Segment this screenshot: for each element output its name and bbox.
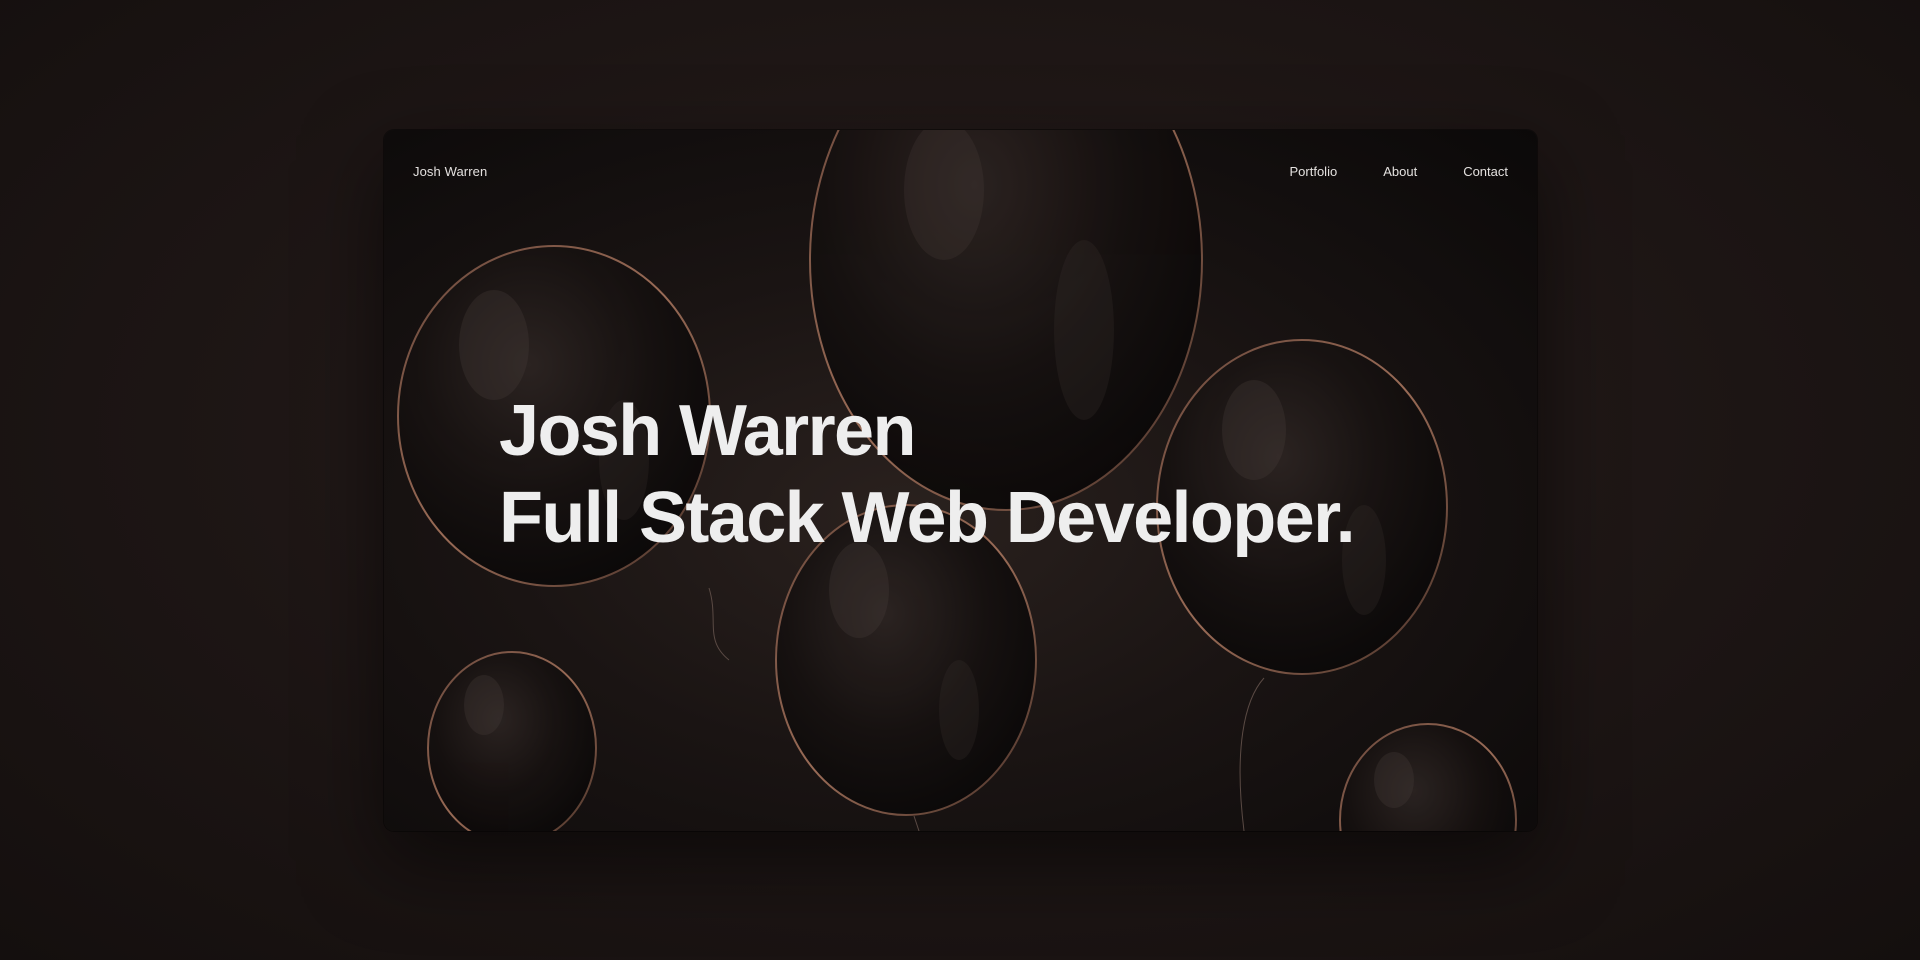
nav-item-portfolio[interactable]: Portfolio [1290,164,1338,179]
hero-heading: Josh Warren Full Stack Web Developer. [499,388,1356,562]
nav-item-about[interactable]: About [1383,164,1417,179]
top-navigation: Josh Warren Portfolio About Contact [384,130,1537,210]
nav-item-contact[interactable]: Contact [1463,164,1508,179]
brand-logo-text[interactable]: Josh Warren [413,164,487,179]
hero-role: Full Stack Web Developer. [499,478,1356,558]
hero-name: Josh Warren [499,391,916,471]
nav-menu: Portfolio About Contact [1290,164,1509,179]
website-preview-frame: Josh Warren Portfolio About Contact Josh… [384,130,1537,831]
